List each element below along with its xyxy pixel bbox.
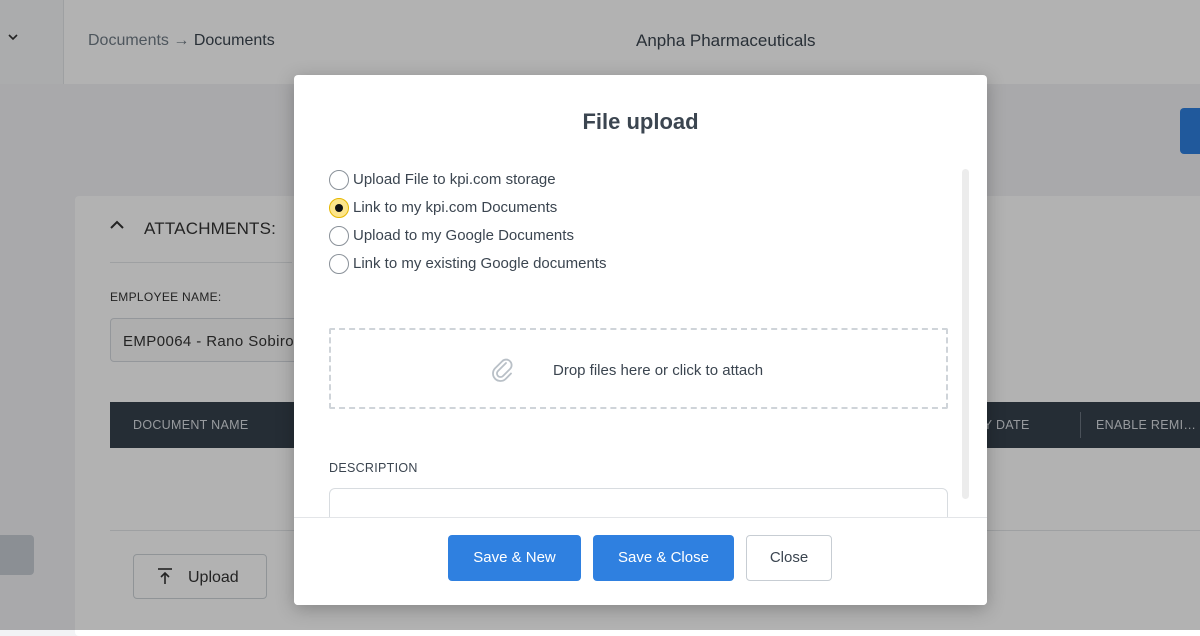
radio-option-google-upload[interactable]: Upload to my Google Documents [329,224,729,248]
radio-button[interactable] [329,226,349,246]
description-label: DESCRIPTION [329,461,418,475]
file-upload-modal: File upload Upload File to kpi.com stora… [294,75,987,605]
radio-label: Link to my kpi.com Documents [353,199,558,216]
radio-label: Upload to my Google Documents [353,227,574,244]
radio-option-google-link[interactable]: Link to my existing Google documents [329,252,729,276]
radio-option-kpi-storage[interactable]: Upload File to kpi.com storage [329,168,729,192]
file-dropzone[interactable]: Drop files here or click to attach [329,328,948,409]
radio-label: Upload File to kpi.com storage [353,171,556,188]
modal-title: File upload [582,109,699,134]
close-button[interactable]: Close [746,535,832,581]
radio-button[interactable] [329,170,349,190]
paperclip-icon [489,356,517,384]
dropzone-text: Drop files here or click to attach [553,362,764,379]
radio-label: Link to my existing Google documents [353,255,607,272]
modal-footer: Save & New Save & Close Close [294,518,987,605]
save-close-button[interactable]: Save & Close [593,535,734,581]
radio-button-selected[interactable] [329,198,349,218]
radio-option-kpi-documents[interactable]: Link to my kpi.com Documents [329,196,729,220]
scrollbar[interactable] [962,169,969,499]
radio-button[interactable] [329,254,349,274]
save-new-button[interactable]: Save & New [448,535,581,581]
